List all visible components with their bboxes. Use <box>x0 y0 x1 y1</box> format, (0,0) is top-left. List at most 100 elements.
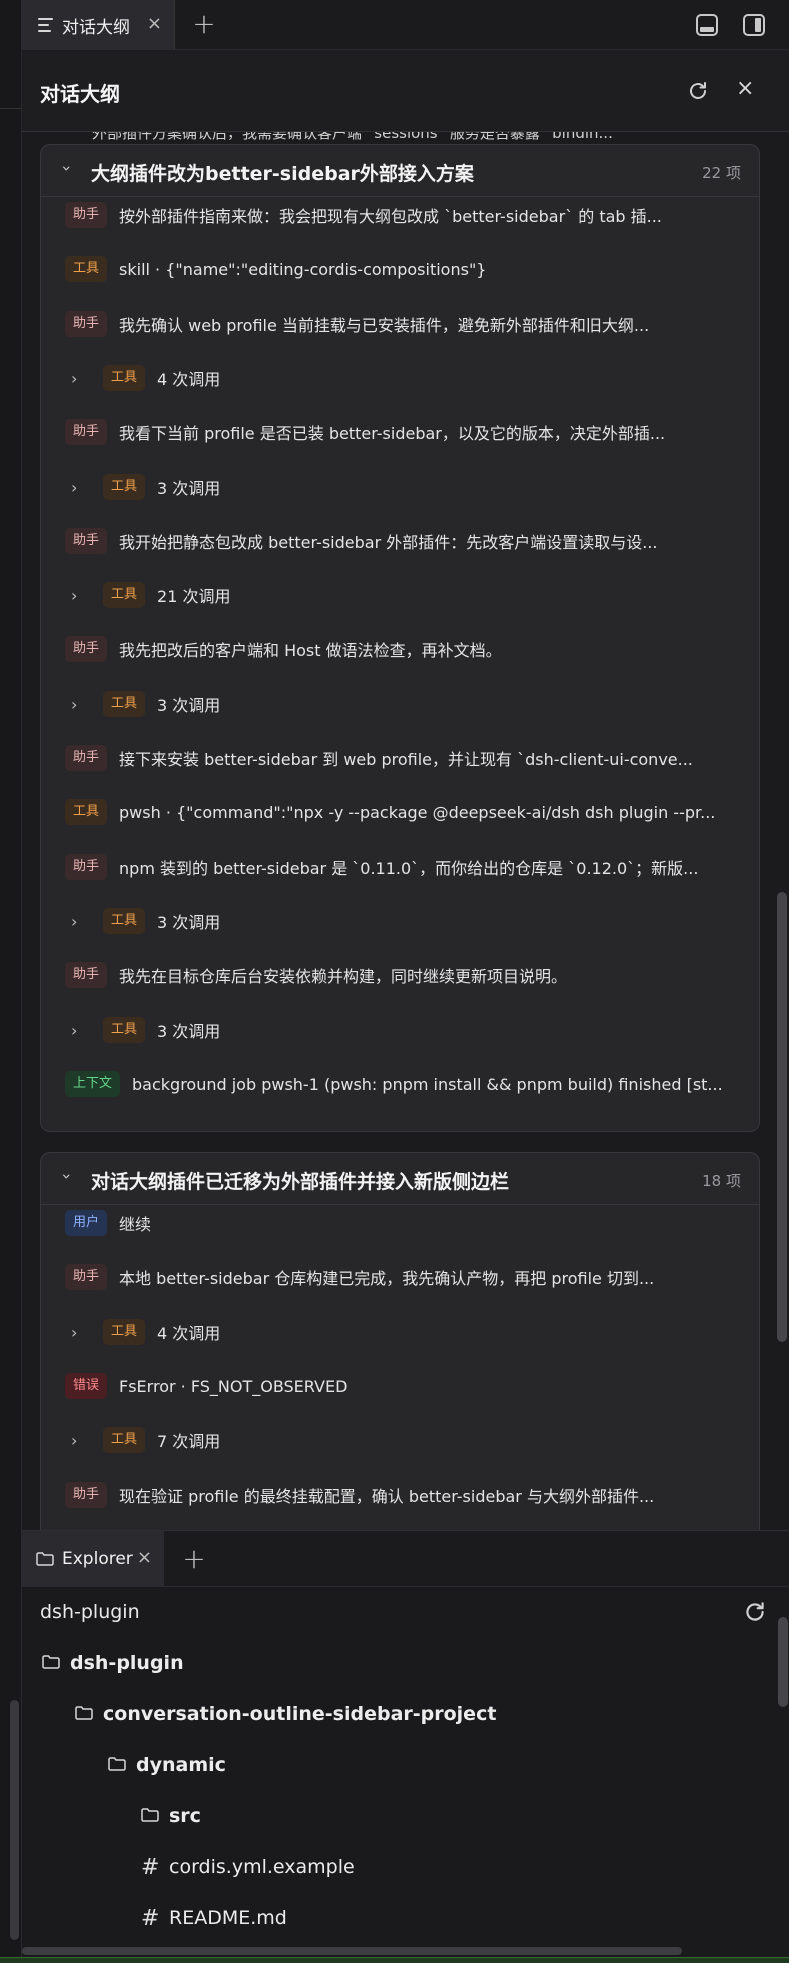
role-badge: 工具 <box>65 256 108 282</box>
page-title: 对话大纲 <box>40 82 120 106</box>
folder-icon <box>42 1652 60 1674</box>
list-item[interactable]: 上下文 background job pwsh-1 (pwsh: pnpm ins… <box>41 1069 761 1099</box>
tool-calls-row[interactable]: › 工具 4 次调用 <box>41 1317 761 1347</box>
item-text: 3 次调用 <box>157 696 221 715</box>
left-scrollbar[interactable] <box>10 1700 19 1940</box>
role-badge: 助手 <box>65 962 108 988</box>
hash-file-icon: # <box>141 1905 160 1931</box>
refresh-icon[interactable] <box>686 79 710 103</box>
top-tab-bar: 对话大纲 × + <box>22 0 789 50</box>
tab-explorer[interactable]: Explorer × <box>22 1531 164 1587</box>
item-text: 我先在目标仓库后台安装依赖并构建，同时继续更新项目说明。 <box>119 967 568 986</box>
folder-icon <box>141 1805 159 1827</box>
tool-calls-row[interactable]: › 工具 3 次调用 <box>41 472 761 502</box>
role-badge: 工具 <box>103 1319 146 1345</box>
item-text: 3 次调用 <box>157 1022 221 1041</box>
list-item[interactable]: 助手 我先在目标仓库后台安装依赖并构建，同时继续更新项目说明。 <box>41 960 761 990</box>
panel-right-icon[interactable] <box>743 14 765 36</box>
tree-folder[interactable]: conversation-outline-sidebar-project <box>75 1698 496 1730</box>
plus-icon[interactable]: + <box>188 8 220 40</box>
close-icon[interactable]: × <box>736 76 754 102</box>
item-text: 21 次调用 <box>157 587 231 606</box>
item-text: background job pwsh-1 (pwsh: pnpm instal… <box>132 1074 723 1094</box>
list-item[interactable]: 助手 现在验证 profile 的最终挂载配置，确认 better-sidebar… <box>41 1480 761 1510</box>
role-badge: 工具 <box>103 1017 146 1043</box>
divider <box>0 108 21 109</box>
group-header[interactable]: › 大纲插件改为better-sidebar外部接入方案 22 项 <box>41 145 759 197</box>
tab-label: Explorer <box>62 1549 133 1569</box>
plus-icon[interactable]: + <box>178 1543 210 1575</box>
tab-label: 对话大纲 <box>62 17 130 38</box>
chevron-right-icon[interactable]: › <box>71 478 87 497</box>
role-badge: 助手 <box>65 202 108 228</box>
list-item[interactable]: 助手 我先把改后的客户端和 Host 做语法检查，再补文档。 <box>41 634 761 664</box>
list-item[interactable]: 错误 FsError · FS_NOT_OBSERVED <box>41 1371 761 1401</box>
list-item[interactable]: 助手 我开始把静态包改成 better-sidebar 外部插件：先改客户端设置读… <box>41 526 761 556</box>
tree-item-label: README.md <box>169 1907 287 1929</box>
refresh-icon[interactable] <box>742 1599 768 1625</box>
close-icon[interactable]: × <box>147 14 162 34</box>
left-sidebar-strip <box>0 0 22 1963</box>
tool-calls-row[interactable]: › 工具 4 次调用 <box>41 363 761 393</box>
status-line <box>0 1957 789 1963</box>
list-item[interactable]: 用户 继续 <box>41 1208 761 1238</box>
item-text: FsError · FS_NOT_OBSERVED <box>119 1376 348 1396</box>
explorer-panel: dsh-plugin dsh-plugin conversation-outlin… <box>22 1587 789 1947</box>
item-text: 4 次调用 <box>157 370 221 389</box>
tree-folder[interactable]: dynamic <box>108 1749 226 1781</box>
item-text: 我先把改后的客户端和 Host 做语法检查，再补文档。 <box>119 641 502 660</box>
list-item[interactable]: 助手 接下来安装 better-sidebar 到 web profile，并让现… <box>41 743 761 773</box>
explorer-scrollbar[interactable] <box>778 1617 788 1707</box>
tree-file[interactable]: # cordis.yml.example <box>141 1851 355 1883</box>
list-item[interactable]: 助手 按外部插件指南来做：我会把现有大纲包改成 `better-sidebar` … <box>41 200 761 230</box>
chevron-right-icon[interactable]: › <box>71 1431 87 1450</box>
list-item[interactable]: 助手 npm 装到的 better-sidebar 是 `0.11.0`，而你给出… <box>41 852 761 882</box>
list-item[interactable]: 助手 我看下当前 profile 是否已装 better-sidebar，以及它的… <box>41 417 761 447</box>
item-count: 18 项 <box>702 1172 741 1190</box>
role-badge: 助手 <box>65 1264 108 1290</box>
tree-folder[interactable]: src <box>141 1800 201 1832</box>
role-badge: 上下文 <box>65 1071 121 1097</box>
close-icon[interactable]: × <box>137 1548 152 1568</box>
role-badge: 助手 <box>65 854 108 880</box>
tree-item-label: conversation-outline-sidebar-project <box>103 1703 497 1725</box>
list-item[interactable]: 助手 我先确认 web profile 当前挂载与已安装插件，避免新外部插件和旧大… <box>41 309 761 339</box>
list-item[interactable]: 助手 本地 better-sidebar 仓库构建已完成，我先确认产物，再把 pr… <box>41 1262 761 1292</box>
list-item[interactable]: 工具 pwsh · {"command":"npx -y --package @d… <box>41 797 761 827</box>
list-item[interactable]: 工具 skill · {"name":"editing-cordis-compos… <box>41 254 761 284</box>
tab-outline[interactable]: 对话大纲 × <box>22 0 175 50</box>
tool-calls-row[interactable]: › 工具 21 次调用 <box>41 580 761 610</box>
chevron-right-icon[interactable]: › <box>71 1021 87 1040</box>
role-badge: 工具 <box>65 799 108 825</box>
horizontal-scrollbar[interactable] <box>22 1947 682 1955</box>
group-header[interactable]: › 对话大纲插件已迁移为外部插件并接入新版侧边栏 18 项 <box>41 1153 759 1205</box>
chevron-right-icon[interactable]: › <box>71 695 87 714</box>
tool-calls-row[interactable]: › 工具 7 次调用 <box>41 1425 761 1455</box>
tree-file[interactable]: # README.md <box>141 1902 287 1934</box>
list-item-partial[interactable]: 外部插件方案确认后，我需要确认客户端 `sessions` 服务是否暴露 `bi… <box>92 132 613 143</box>
tool-calls-row[interactable]: › 工具 3 次调用 <box>41 689 761 719</box>
outline-header: 对话大纲 × <box>22 50 789 132</box>
panel-bottom-icon[interactable] <box>696 14 718 36</box>
role-badge: 助手 <box>65 528 108 554</box>
chevron-right-icon[interactable]: › <box>71 586 87 605</box>
item-text: 3 次调用 <box>157 479 221 498</box>
group-title: 对话大纲插件已迁移为外部插件并接入新版侧边栏 <box>91 1171 510 1193</box>
chevron-right-icon[interactable]: › <box>71 369 87 388</box>
role-badge: 用户 <box>65 1210 108 1236</box>
chevron-right-icon[interactable]: › <box>71 1323 87 1342</box>
chevron-right-icon[interactable]: › <box>71 912 87 931</box>
chevron-down-icon[interactable]: › <box>58 1169 77 1185</box>
role-badge: 助手 <box>65 1482 108 1508</box>
tool-calls-row[interactable]: › 工具 3 次调用 <box>41 906 761 936</box>
tree-item-label: src <box>169 1805 201 1827</box>
tool-calls-row[interactable]: › 工具 3 次调用 <box>41 1015 761 1045</box>
role-badge: 工具 <box>103 365 146 391</box>
outline-scrollbar[interactable] <box>777 892 787 1342</box>
chevron-down-icon[interactable]: › <box>58 161 77 177</box>
role-badge: 工具 <box>103 582 146 608</box>
item-text: 本地 better-sidebar 仓库构建已完成，我先确认产物，再把 prof… <box>119 1269 655 1288</box>
item-text: 继续 <box>119 1215 152 1234</box>
tree-folder[interactable]: dsh-plugin <box>42 1647 184 1679</box>
item-text: 现在验证 profile 的最终挂载配置，确认 better-sidebar 与… <box>119 1487 655 1506</box>
